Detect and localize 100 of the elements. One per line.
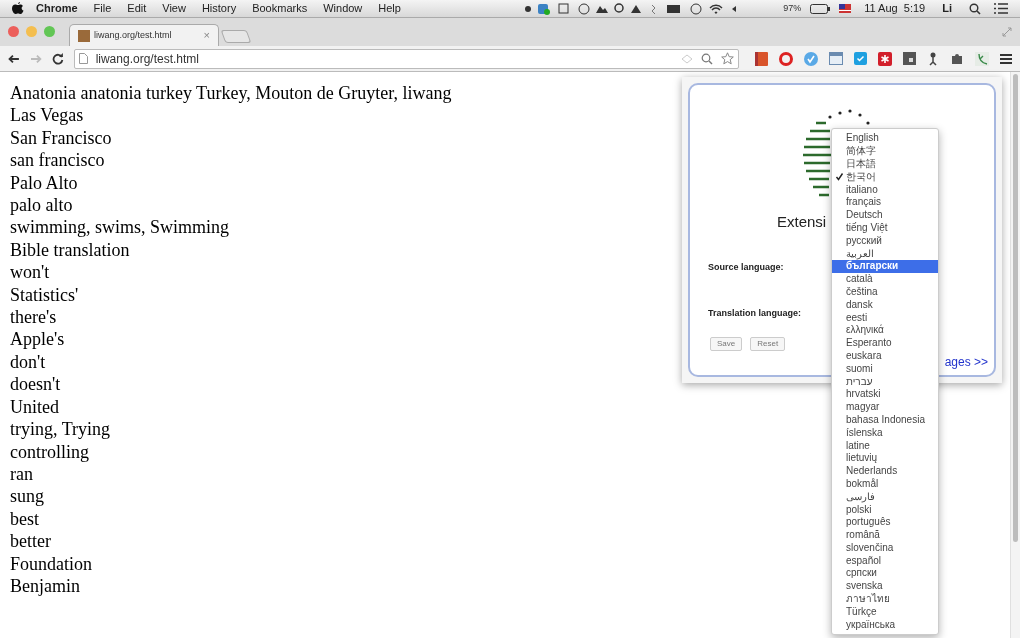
address-field[interactable]: liwang.org/test.html: [73, 48, 739, 69]
languages-link[interactable]: ages >>: [944, 353, 988, 371]
apple-logo-icon[interactable]: [12, 2, 24, 15]
language-option[interactable]: español: [832, 554, 938, 568]
menu-item[interactable]: Bookmarks: [252, 0, 308, 17]
language-option[interactable]: Türkçe: [832, 605, 938, 619]
app-menu[interactable]: Chrome: [36, 0, 78, 17]
language-option[interactable]: français: [832, 196, 938, 209]
page-text-line: Anatonia anatonia turkey Turkey, Mouton de Gruyter, liwang: [10, 83, 452, 103]
page-text-line: Palo Alto: [10, 172, 78, 193]
browser-tab[interactable]: liwang.org/test.html ×: [69, 24, 219, 46]
page-text-line: better: [10, 531, 51, 552]
save-button[interactable]: Save: [710, 337, 743, 351]
menu-item[interactable]: Edit: [127, 0, 147, 17]
page-text-line: Apple's: [10, 329, 65, 350]
language-option[interactable]: slovenčina: [832, 541, 938, 555]
popup-heading: Extensi: [777, 212, 827, 232]
page-text-line: best: [10, 508, 39, 529]
page-text-line: San Francisco: [10, 127, 112, 148]
square-tile-icon[interactable]: [903, 52, 916, 65]
language-option[interactable]: русский: [832, 234, 938, 248]
window-icon[interactable]: [829, 52, 843, 65]
menu-item[interactable]: View: [162, 0, 186, 17]
page-text-line: ran: [10, 463, 33, 484]
language-option[interactable]: ελληνικά: [832, 323, 938, 337]
language-option[interactable]: polski: [832, 503, 938, 516]
language-option[interactable]: Esperanto: [832, 336, 938, 350]
user-name[interactable]: Li: [942, 0, 952, 17]
reset-button[interactable]: Reset: [750, 337, 786, 351]
menu-item[interactable]: History: [201, 0, 237, 17]
language-option[interactable]: italiano: [832, 183, 938, 196]
page-text-line: there's: [10, 307, 57, 328]
source-language-label: Source language:: [708, 261, 784, 274]
language-option[interactable]: magyar: [832, 400, 938, 414]
star-icon[interactable]: [721, 52, 734, 65]
language-option[interactable]: English: [832, 132, 938, 145]
language-option[interactable]: català: [832, 272, 938, 286]
language-option[interactable]: bokmål: [832, 477, 938, 491]
page-text-line: don't: [10, 351, 46, 372]
language-option[interactable]: svenska: [832, 579, 938, 593]
language-option[interactable]: ภาษาไทย: [832, 592, 938, 606]
menu-item[interactable]: Window: [323, 0, 363, 17]
language-option[interactable]: čeština: [832, 285, 938, 299]
translation-language-label: Translation language:: [708, 307, 801, 320]
page-text-line: Foundation: [10, 553, 92, 574]
language-option[interactable]: suomi: [832, 362, 938, 376]
language-option[interactable]: lietuvių: [832, 451, 938, 465]
language-option[interactable]: dansk: [832, 298, 938, 312]
language-option[interactable]: فارسی: [832, 490, 938, 504]
scrollbar-thumb[interactable]: [1013, 74, 1018, 542]
zoom-magnifier-icon[interactable]: [701, 52, 713, 65]
language-option[interactable]: 日本語: [832, 157, 938, 171]
language-option[interactable]: Deutsch: [832, 208, 938, 222]
menu-clock[interactable]: 11 Aug 5:19: [864, 0, 926, 17]
puzzle-piece-icon[interactable]: [950, 51, 964, 66]
language-option[interactable]: hrvatski: [832, 387, 938, 401]
search-icon[interactable]: [969, 2, 981, 15]
menu-item[interactable]: Help: [378, 0, 401, 17]
battery-icon[interactable]: [810, 3, 831, 14]
language-option[interactable]: српски: [832, 567, 938, 580]
close-window-icon[interactable]: [8, 25, 19, 37]
language-option[interactable]: português: [832, 515, 938, 529]
language-option[interactable]: 简体字: [832, 144, 938, 158]
check-circle-icon[interactable]: [804, 51, 818, 66]
back-arrow-icon[interactable]: [8, 53, 20, 64]
page-text-line: doesn't: [10, 374, 61, 395]
page-text-line: Bible translation: [10, 239, 130, 260]
flag-icon[interactable]: [839, 4, 852, 13]
language-option[interactable]: עברית: [832, 375, 938, 388]
asterisk-icon[interactable]: [878, 51, 892, 66]
page-text-line: Benjamin: [10, 575, 80, 596]
tab-title: liwang.org/test.html: [94, 28, 173, 42]
language-option[interactable]: українська: [832, 618, 938, 632]
page-text-line: swimming, swims, Swimming: [10, 217, 230, 238]
leaf-icon[interactable]: [975, 51, 989, 66]
reload-icon[interactable]: [51, 52, 64, 65]
language-option[interactable]: română: [832, 528, 938, 542]
list-icon[interactable]: [994, 3, 1008, 14]
page-text-line: Las Vegas: [10, 105, 84, 126]
figure-icon[interactable]: [927, 51, 939, 66]
page-text-line: controlling: [10, 441, 89, 462]
language-option[interactable]: bahasa Indonesia: [832, 413, 938, 427]
page-icon: [78, 53, 88, 64]
language-option[interactable]: euskara: [832, 349, 938, 363]
page-text-line: sung: [10, 486, 44, 507]
menu-item[interactable]: File: [93, 0, 112, 17]
language-option[interactable]: العربية: [832, 247, 938, 260]
language-option[interactable]: tiếng Việt: [832, 221, 938, 235]
language-option[interactable]: íslenska: [832, 426, 938, 440]
language-option[interactable]: 한국어: [832, 170, 938, 184]
book-icon[interactable]: [755, 51, 768, 66]
language-option[interactable]: eesti: [832, 311, 938, 324]
checkbox-icon[interactable]: [854, 52, 867, 65]
page-text-line: palo alto: [10, 195, 73, 216]
page-text-line: san francisco: [10, 150, 105, 171]
menu-icon[interactable]: [1000, 53, 1012, 64]
language-option[interactable]: Nederlands: [832, 464, 938, 478]
language-option[interactable]: latine: [832, 439, 938, 452]
ring-icon[interactable]: [779, 51, 793, 66]
language-option[interactable]: български: [832, 259, 938, 273]
